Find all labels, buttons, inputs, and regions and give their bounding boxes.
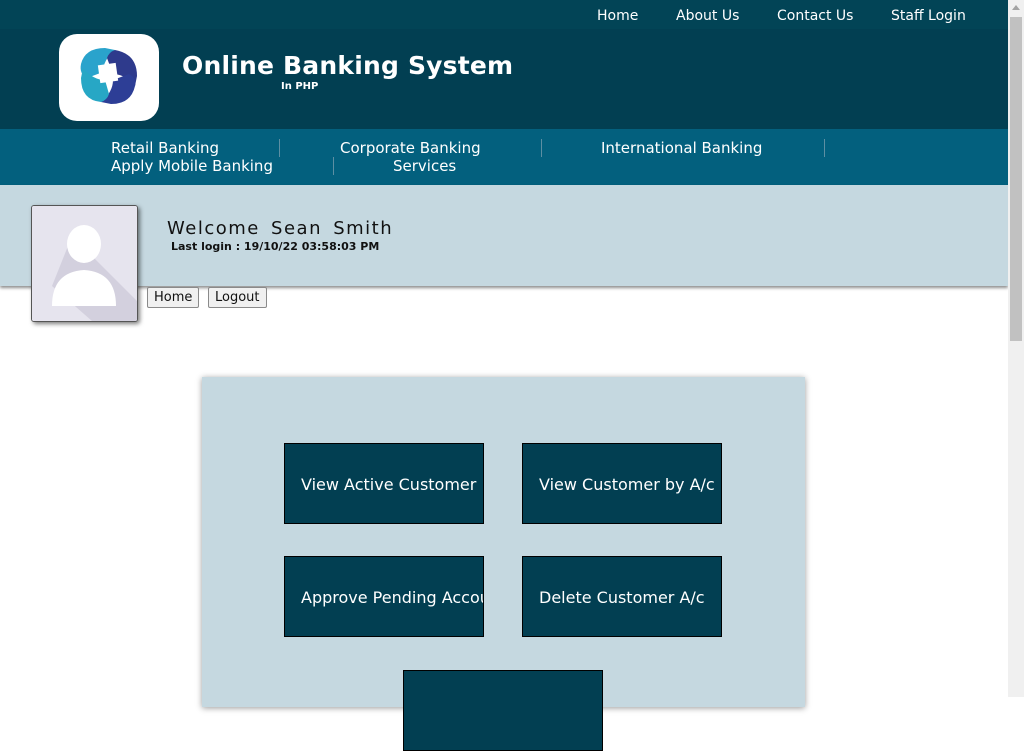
delete-customer-account-button[interactable]: Delete Customer A/c [522, 556, 722, 637]
app-logo [59, 34, 159, 121]
logout-button[interactable]: Logout [208, 287, 267, 308]
last-login: Last login : 19/10/22 03:58:03 PM [171, 240, 380, 253]
scrollbar-thumb[interactable] [1010, 17, 1022, 341]
nav-divider [541, 139, 542, 157]
nav-services[interactable]: Services [393, 157, 456, 175]
scroll-up-icon[interactable] [1012, 5, 1020, 10]
user-avatar [31, 205, 138, 322]
action-tile[interactable] [403, 670, 603, 751]
approve-pending-account-button[interactable]: Approve Pending Account [284, 556, 484, 637]
main-nav: Retail Banking Corporate Banking Interna… [0, 129, 1008, 185]
nav-retail-banking[interactable]: Retail Banking [111, 139, 219, 157]
site-subtitle: In PHP [281, 81, 319, 92]
nav-divider [279, 139, 280, 157]
user-avatar-icon [32, 206, 137, 321]
nav-corporate-banking[interactable]: Corporate Banking [340, 139, 481, 157]
nav-staff-login-link[interactable]: Staff Login [891, 0, 966, 29]
home-button[interactable]: Home [147, 287, 200, 308]
nav-home-link[interactable]: Home [597, 0, 638, 29]
site-title: Online Banking System [182, 51, 514, 80]
app-logo-icon [80, 48, 137, 104]
welcome-message: Welcome Sean Smith [167, 218, 394, 239]
site-header: Online Banking System In PHP [0, 29, 1008, 129]
nav-apply-mobile-banking[interactable]: Apply Mobile Banking [111, 157, 273, 175]
nav-divider [333, 157, 334, 175]
action-panel: View Active Customer View Customer by A/… [202, 377, 805, 751]
welcome-band [0, 185, 1008, 286]
view-active-customer-button[interactable]: View Active Customer [284, 443, 484, 524]
nav-divider [824, 139, 825, 157]
view-customer-by-account-button[interactable]: View Customer by A/c [522, 443, 722, 524]
nav-about-link[interactable]: About Us [676, 0, 739, 29]
nav-contact-link[interactable]: Contact Us [777, 0, 853, 29]
page-scrollbar[interactable] [1008, 0, 1024, 697]
top-nav: Home About Us Contact Us Staff Login [0, 0, 1008, 29]
nav-international-banking[interactable]: International Banking [601, 139, 762, 157]
